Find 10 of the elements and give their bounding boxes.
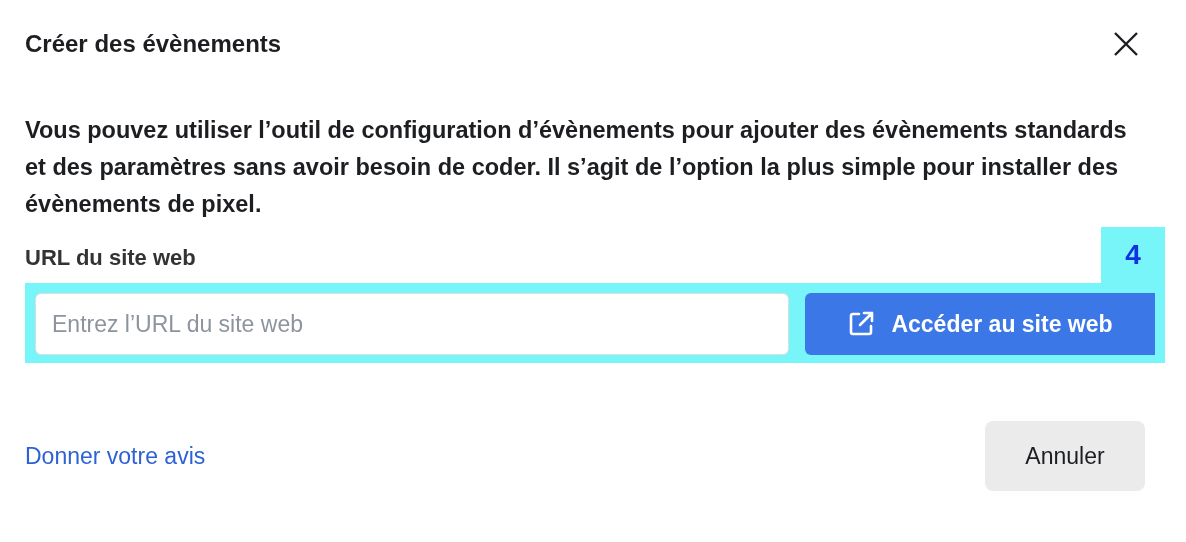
cancel-button[interactable]: Annuler xyxy=(985,421,1145,491)
step-number: 4 xyxy=(1101,227,1165,283)
close-icon[interactable] xyxy=(1113,31,1139,57)
url-field[interactable]: Entrez l’URL du site web xyxy=(35,293,789,355)
open-website-button[interactable]: Accéder au site web xyxy=(805,293,1155,355)
external-link-icon xyxy=(847,310,876,338)
dialog-title: Créer des évènements xyxy=(25,30,282,58)
feedback-link[interactable]: Donner votre avis xyxy=(25,442,206,470)
description-text: Vous pouvez utiliser l’outil de configuration d’évènements pour ajouter des évènements standards et des paramètres sans avoir besoin de coder. Il s’agit de l’option la plus simple pour installer des évènements de pixel. xyxy=(25,116,1128,219)
field-label: URL du site web xyxy=(25,245,196,271)
